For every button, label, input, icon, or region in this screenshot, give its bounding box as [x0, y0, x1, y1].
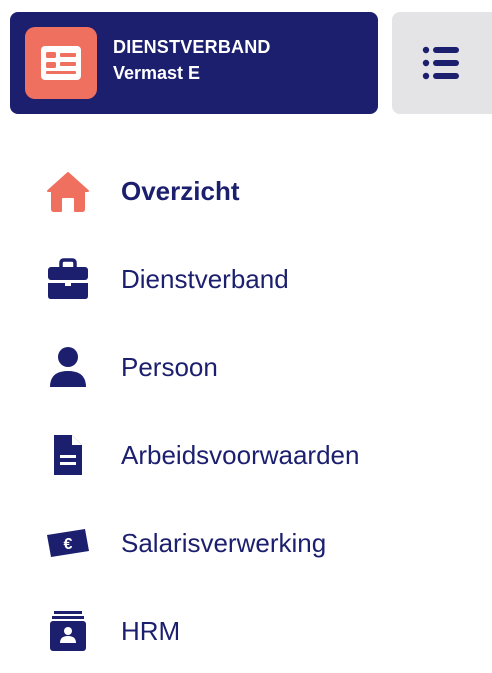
- employment-header[interactable]: DIENSTVERBAND Vermast E: [10, 12, 378, 114]
- side-navigation: Overzicht Dienstverband Persoon Arbeidsv…: [0, 145, 492, 673]
- header-title: DIENSTVERBAND: [113, 37, 271, 57]
- menu-toggle-button[interactable]: [392, 12, 492, 114]
- header-icon-box: [25, 27, 97, 99]
- nav-item-hrm[interactable]: HRM: [0, 585, 492, 673]
- nav-label-hrm: HRM: [121, 616, 181, 646]
- nav-item-persoon[interactable]: Persoon: [0, 321, 492, 409]
- list-icon: [422, 46, 459, 80]
- briefcase-icon: [45, 257, 91, 301]
- id-card-icon: [41, 46, 81, 80]
- svg-text:€: €: [64, 536, 73, 553]
- nav-label-persoon: Persoon: [121, 352, 218, 382]
- id-stack-icon: [45, 609, 91, 653]
- euro-banknote-icon: €: [45, 521, 91, 565]
- home-icon: [45, 169, 91, 213]
- document-icon: [45, 433, 91, 477]
- nav-item-salarisverwerking[interactable]: € Salarisverwerking: [0, 497, 492, 585]
- nav-item-dienstverband[interactable]: Dienstverband: [0, 233, 492, 321]
- nav-label-arbeidsvoorwaarden: Arbeidsvoorwaarden: [121, 440, 360, 470]
- nav-label-dienstverband: Dienstverband: [121, 264, 289, 294]
- nav-item-arbeidsvoorwaarden[interactable]: Arbeidsvoorwaarden: [0, 409, 492, 497]
- nav-item-overzicht[interactable]: Overzicht: [0, 145, 492, 233]
- person-icon: [45, 345, 91, 389]
- header-employee-name: Vermast E: [113, 63, 201, 83]
- nav-label-salarisverwerking: Salarisverwerking: [121, 528, 327, 558]
- nav-label-overzicht: Overzicht: [121, 176, 240, 206]
